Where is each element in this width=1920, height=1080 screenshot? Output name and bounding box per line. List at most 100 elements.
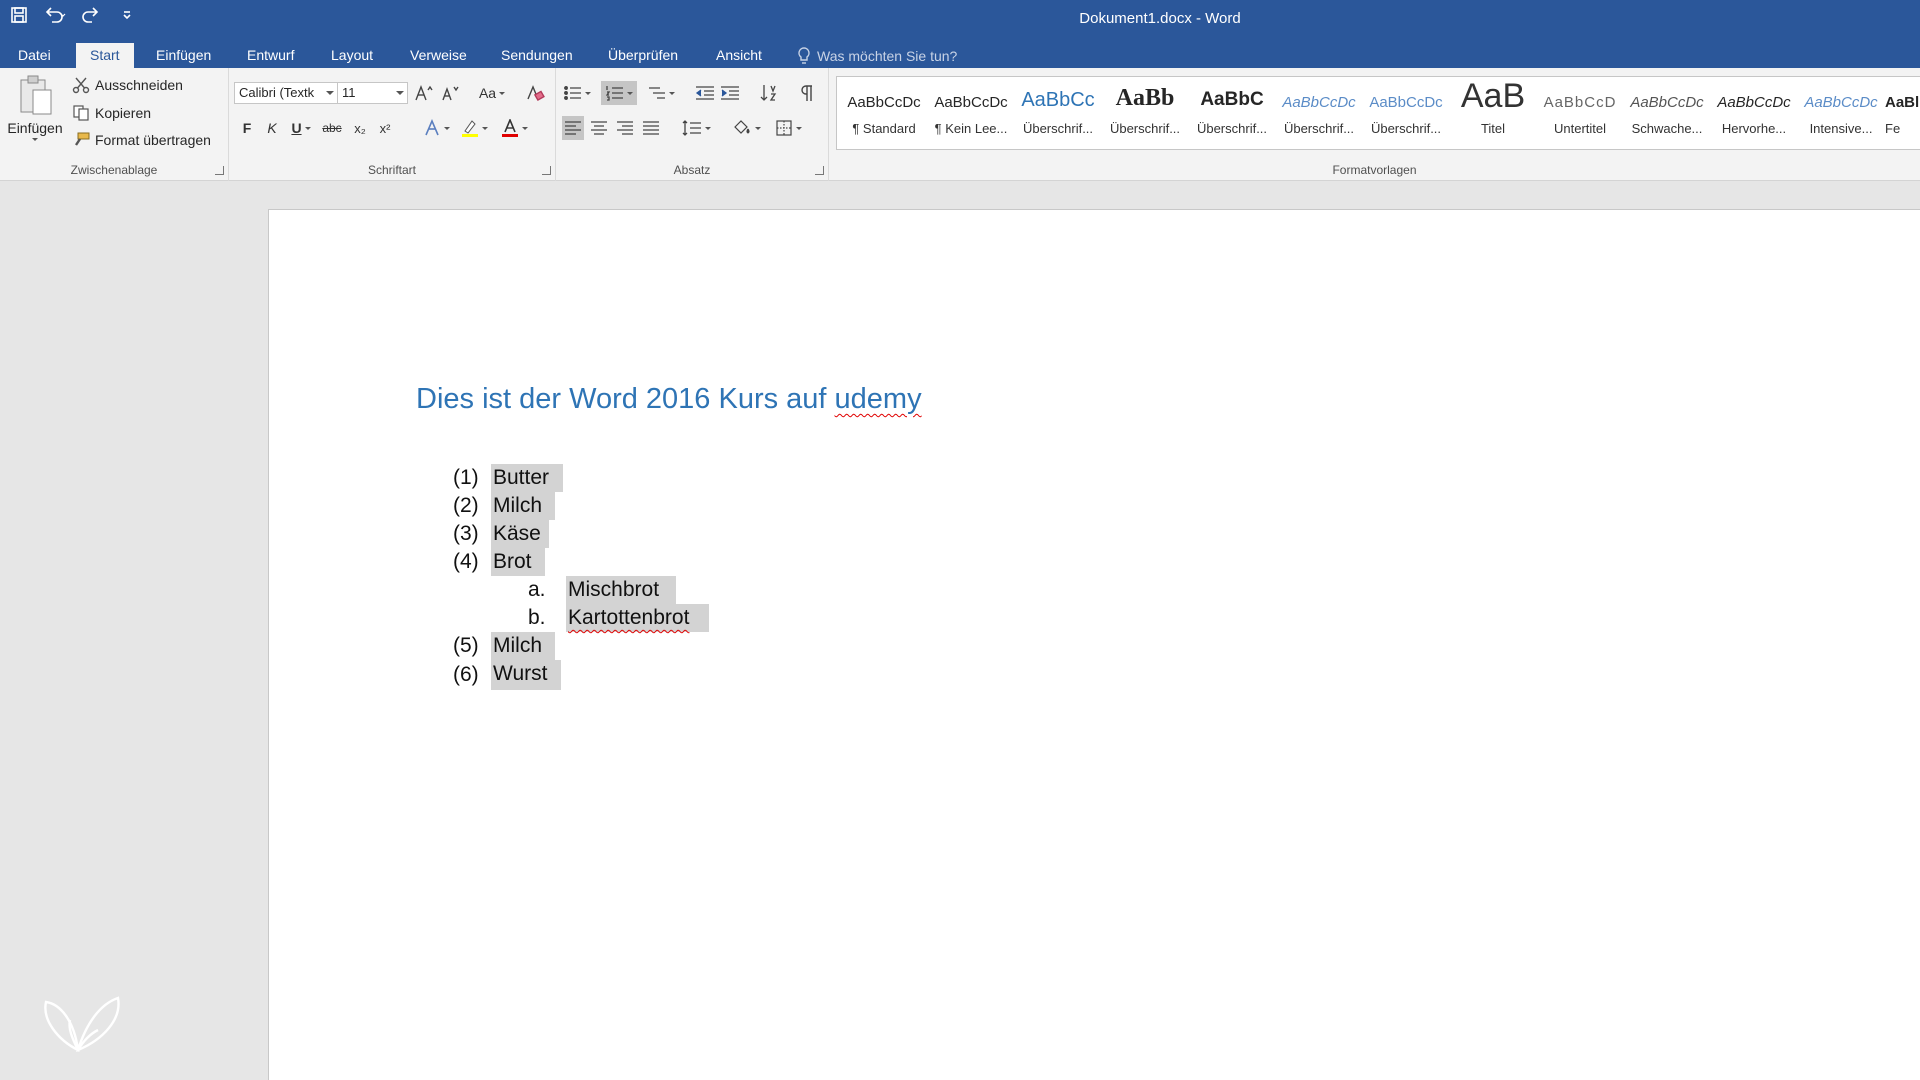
paste-button[interactable]: Einfügen — [6, 74, 64, 160]
tab-sendungen[interactable]: Sendungen — [487, 43, 587, 68]
style-name: Überschrif... — [1109, 121, 1181, 136]
document-page[interactable]: Dies ist der Word 2016 Kurs auf udemy (1… — [268, 209, 1920, 1080]
style-strong[interactable]: AaBl Fe — [1885, 77, 1920, 149]
tab-layout[interactable]: Layout — [317, 43, 387, 68]
style-no-spacing[interactable]: AaBbCcDc ¶ Kein Lee... — [928, 77, 1014, 149]
shrink-font-button[interactable] — [439, 81, 461, 105]
list-item[interactable]: (4) Brot — [453, 548, 583, 576]
style-subtle-emphasis[interactable]: AaBbCcDc Schwache... — [1624, 77, 1710, 149]
italic-button[interactable]: K — [261, 116, 283, 140]
line-spacing-button[interactable] — [678, 116, 714, 140]
bold-button[interactable]: F — [236, 116, 258, 140]
customize-qat-button[interactable] — [114, 2, 140, 28]
shading-button[interactable] — [728, 116, 764, 140]
underline-label: U — [291, 120, 302, 136]
bullets-button[interactable] — [560, 81, 594, 105]
list-item[interactable]: b. Kartottenbrot — [528, 604, 709, 632]
subscript-button[interactable]: x₂ — [349, 116, 371, 140]
increase-indent-button[interactable] — [719, 81, 741, 105]
style-heading-2[interactable]: AaBb Überschrif... — [1102, 77, 1188, 149]
borders-button[interactable] — [770, 116, 806, 140]
save-button[interactable] — [6, 2, 32, 28]
style-subtitle[interactable]: AaBbCcD Untertitel — [1537, 77, 1623, 149]
style-sample: AaBbC — [1200, 89, 1264, 110]
list-marker: a. — [528, 578, 546, 601]
align-right-button[interactable] — [614, 116, 636, 140]
copy-button[interactable]: Kopieren — [72, 104, 151, 122]
list-item[interactable]: (1) Butter — [453, 464, 583, 492]
style-title[interactable]: AaB Titel — [1450, 77, 1536, 149]
list-item[interactable]: (5) Milch — [453, 632, 583, 660]
format-painter-button[interactable]: Format übertragen — [72, 131, 211, 149]
list-item[interactable]: a. Mischbrot — [528, 576, 708, 604]
list-item[interactable]: (3) Käse — [453, 520, 583, 548]
ribbon: Einfügen Ausschneiden Kopieren Format üb… — [0, 68, 1920, 181]
grow-font-button[interactable] — [413, 81, 435, 105]
style-name: Überschrif... — [1022, 121, 1094, 136]
ribbon-tabs: Datei Start Einfügen Entwurf Layout Verw… — [0, 40, 1920, 68]
font-color-icon — [501, 119, 519, 137]
font-launcher-icon[interactable] — [542, 166, 551, 175]
multilevel-list-button[interactable] — [643, 81, 679, 105]
list-misspelled-word[interactable]: Kartottenbrot — [568, 606, 689, 629]
tab-verweise[interactable]: Verweise — [396, 43, 481, 68]
change-case-button[interactable]: Aa — [474, 81, 510, 105]
strikethrough-button[interactable]: abc — [321, 116, 343, 140]
tab-start[interactable]: Start — [76, 43, 134, 68]
align-center-button[interactable] — [588, 116, 610, 140]
align-left-button[interactable] — [562, 116, 584, 140]
highlight-button[interactable] — [457, 116, 491, 140]
clipboard-launcher-icon[interactable] — [215, 166, 224, 175]
decrease-indent-button[interactable] — [694, 81, 716, 105]
style-heading-1[interactable]: AaBbCc Überschrif... — [1015, 77, 1101, 149]
list-item-text: Butter — [491, 464, 563, 492]
tab-entwurf[interactable]: Entwurf — [233, 43, 308, 68]
style-standard[interactable]: AaBbCcDc ¶ Standard — [841, 77, 927, 149]
clear-formatting-button[interactable] — [524, 81, 546, 105]
font-family-combo[interactable]: Calibri (Textk — [234, 82, 338, 104]
style-heading-5[interactable]: AaBbCcDc Überschrif... — [1363, 77, 1449, 149]
undo-icon — [44, 6, 66, 24]
sort-button[interactable] — [759, 81, 781, 105]
paintbrush-icon — [72, 131, 90, 149]
font-size-combo[interactable]: 11 — [337, 82, 408, 104]
change-case-dropdown-icon — [499, 91, 506, 95]
paragraph-launcher-icon[interactable] — [815, 166, 824, 175]
font-size-dropdown-icon — [396, 91, 404, 95]
style-emphasis[interactable]: AaBbCcDc Hervorhe... — [1711, 77, 1797, 149]
superscript-button[interactable]: x² — [374, 116, 396, 140]
heading-misspelled-word[interactable]: udemy — [835, 383, 922, 415]
list-item-text: Kartottenbrot — [566, 604, 709, 632]
redo-button[interactable] — [78, 2, 104, 28]
style-sample: AaBl — [1885, 94, 1920, 111]
font-color-dropdown-icon — [521, 126, 528, 130]
tab-ansicht[interactable]: Ansicht — [702, 43, 776, 68]
justify-button[interactable] — [640, 116, 662, 140]
text-effects-button[interactable] — [419, 116, 453, 140]
list-marker: (3) — [453, 522, 479, 545]
list-item-text: Käse — [491, 520, 549, 548]
list-item[interactable]: (2) Milch — [453, 492, 583, 520]
redo-icon — [82, 6, 100, 24]
cut-button[interactable]: Ausschneiden — [72, 76, 183, 94]
numbering-button[interactable] — [601, 81, 637, 105]
show-formatting-marks-button[interactable] — [796, 81, 818, 105]
shading-dropdown-icon — [754, 126, 761, 130]
list-item[interactable]: (6) Wurst — [453, 660, 583, 690]
underline-button[interactable]: U — [286, 116, 316, 140]
font-color-button[interactable] — [497, 116, 531, 140]
paste-icon — [15, 74, 55, 118]
save-icon — [10, 6, 28, 24]
style-heading-4[interactable]: AaBbCcDc Überschrif... — [1276, 77, 1362, 149]
undo-button[interactable] — [42, 2, 68, 28]
style-intense-emphasis[interactable]: AaBbCcDc Intensive... — [1798, 77, 1884, 149]
tab-datei[interactable]: Datei — [4, 43, 65, 68]
lightbulb-icon — [797, 47, 811, 65]
tell-me-search[interactable]: Was möchten Sie tun? — [797, 44, 957, 68]
tab-ueberpruefen[interactable]: Überprüfen — [594, 43, 692, 68]
list-marker: (1) — [453, 466, 479, 489]
style-heading-3[interactable]: AaBbC Überschrif... — [1189, 77, 1275, 149]
document-heading[interactable]: Dies ist der Word 2016 Kurs auf udemy — [416, 383, 922, 416]
style-name: Fe — [1885, 121, 1901, 136]
tab-einfuegen[interactable]: Einfügen — [142, 43, 225, 68]
